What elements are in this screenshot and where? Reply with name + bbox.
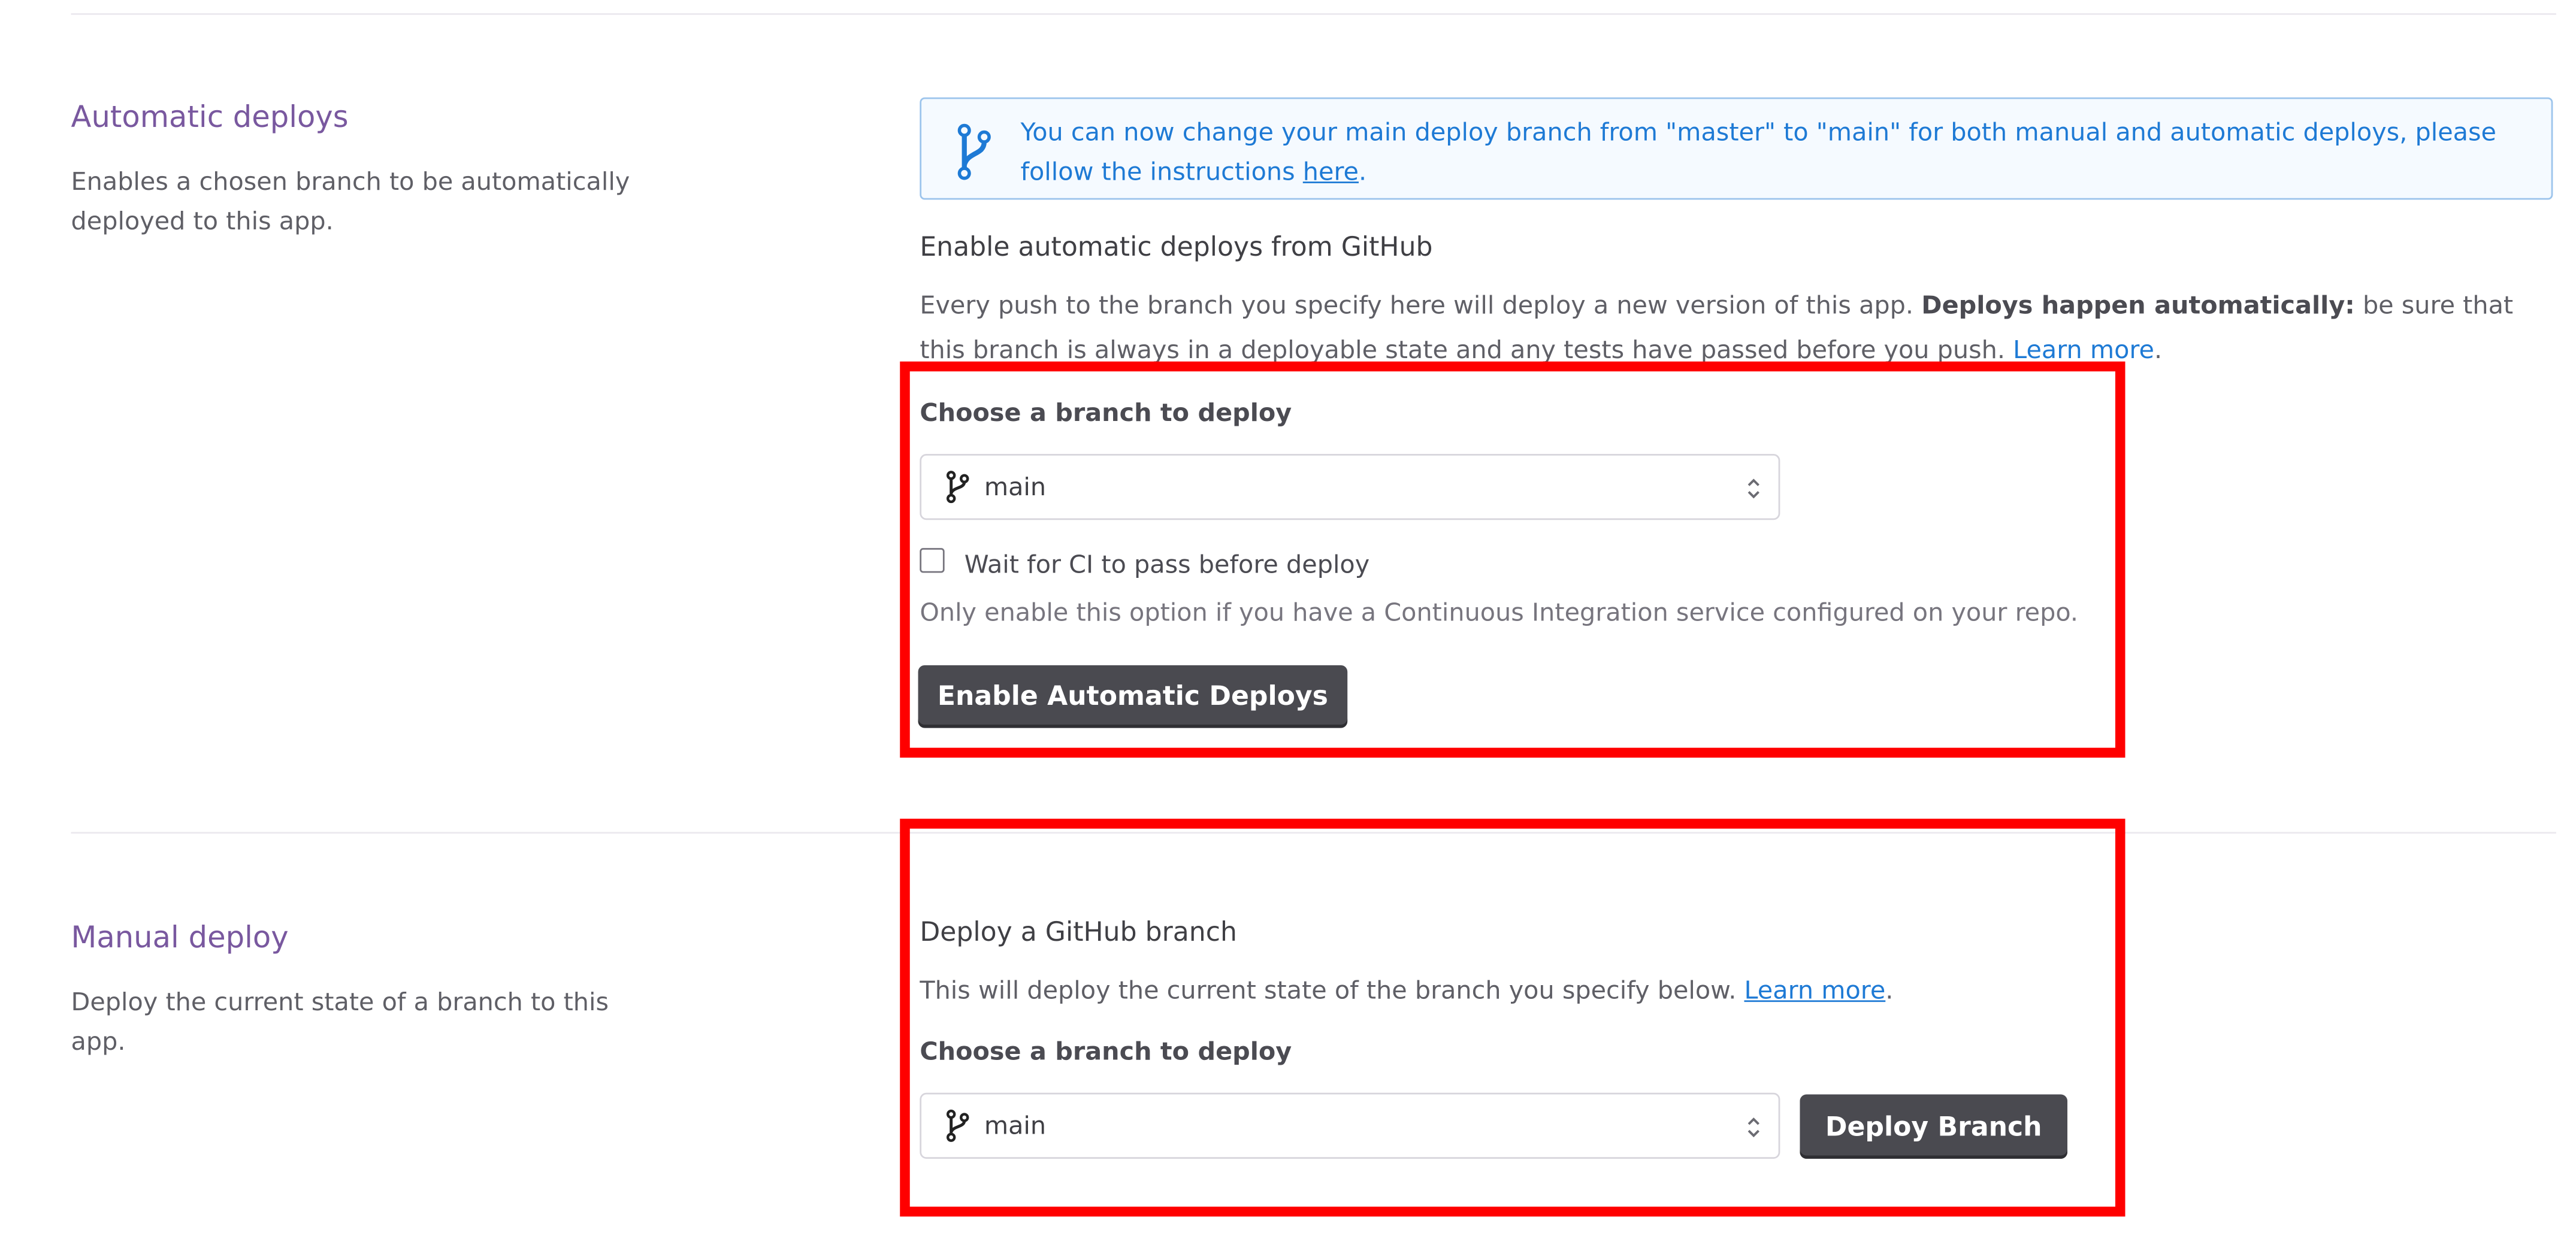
automatic-explanation: Every push to the branch you specify her… (920, 284, 2546, 363)
top-divider (71, 13, 2556, 15)
automatic-learn-more-period: . (2154, 335, 2163, 364)
highlight-box-automatic (900, 361, 2125, 758)
branch-rename-notice: You can now change your main deploy bran… (920, 97, 2553, 200)
enable-automatic-heading: Enable automatic deploys from GitHub (920, 231, 1433, 263)
manual-deploy-title: Manual deploy (71, 921, 289, 956)
highlight-box-manual (900, 819, 2125, 1217)
automatic-explanation-start: Every push to the branch you specify her… (920, 290, 1922, 320)
automatic-learn-more-link[interactable]: Learn more (2013, 335, 2154, 364)
deploy-settings-page: Automatic deploys Enables a chosen branc… (0, 0, 2576, 1248)
notice-period: . (1359, 156, 1367, 187)
notice-message: You can now change your main deploy bran… (1020, 117, 2497, 187)
automatic-deploys-description: Enables a chosen branch to be automatica… (71, 166, 630, 237)
notice-here-link[interactable]: here (1303, 157, 1359, 187)
git-branch-icon (957, 123, 991, 180)
manual-deploy-description: Deploy the current state of a branch to … (71, 987, 609, 1057)
automatic-explanation-bold: Deploys happen automatically: (1921, 290, 2355, 320)
notice-text: You can now change your main deploy bran… (1020, 112, 2531, 191)
automatic-deploys-title: Automatic deploys (71, 101, 349, 136)
